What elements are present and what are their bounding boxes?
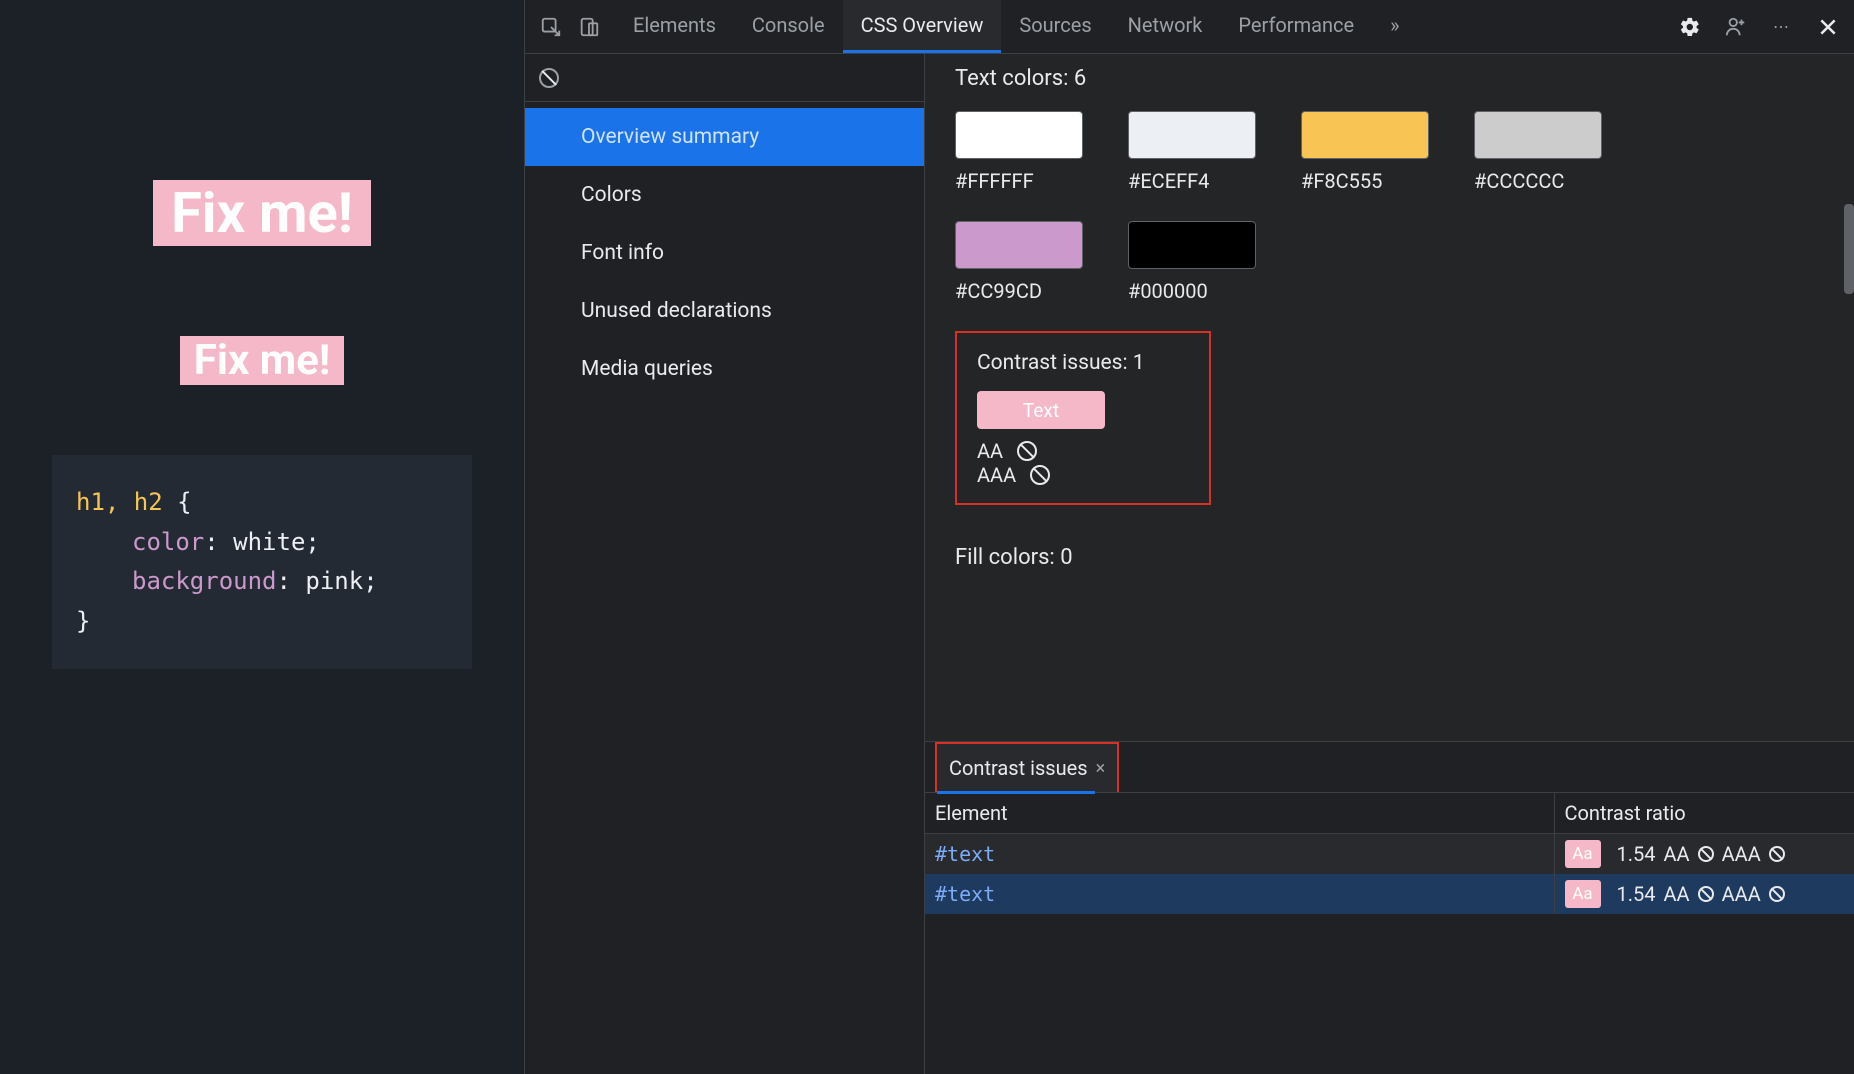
device-toggle-icon[interactable]	[571, 9, 607, 45]
rendered-page-pane: Fix me! Fix me! h1, h2 { color: white; b…	[0, 0, 524, 1074]
code-prop-background: background	[132, 567, 277, 595]
text-colors-heading: Text colors: 6	[955, 66, 1824, 91]
col-element[interactable]: Element	[925, 793, 1554, 834]
tab-sources[interactable]: Sources	[1001, 0, 1109, 53]
table-row[interactable]: #text Aa 1.54 AA AAA	[925, 874, 1854, 914]
demo-heading-1: Fix me!	[153, 180, 371, 246]
sidebar-item-overview[interactable]: Overview summary	[525, 108, 924, 166]
contrast-text-swatch[interactable]: Text	[977, 391, 1105, 429]
fail-icon	[1769, 846, 1785, 862]
fail-icon	[1030, 465, 1050, 485]
close-tab-icon[interactable]: ×	[1096, 758, 1106, 779]
contrast-issues-box: Contrast issues: 1 Text AA AAA	[955, 331, 1211, 505]
fail-icon	[1698, 846, 1714, 862]
clear-icon[interactable]	[539, 68, 559, 88]
tab-network[interactable]: Network	[1110, 0, 1221, 53]
kebab-icon[interactable]: ⋯	[1764, 9, 1800, 45]
account-icon[interactable]	[1718, 9, 1754, 45]
tab-performance[interactable]: Performance	[1220, 0, 1372, 53]
color-swatch[interactable]: #ECEFF4	[1128, 111, 1256, 193]
devtools-toolbar: Elements Console CSS Overview Sources Ne…	[525, 0, 1854, 54]
fail-icon	[1769, 886, 1785, 902]
inspect-element-icon[interactable]	[533, 9, 569, 45]
element-link[interactable]: #text	[935, 842, 995, 866]
contrast-issues-title: Contrast issues: 1	[977, 351, 1189, 375]
devtools-tabs: Elements Console CSS Overview Sources Ne…	[615, 0, 1418, 53]
sidebar-item-colors[interactable]: Colors	[525, 166, 924, 224]
tab-css-overview[interactable]: CSS Overview	[843, 0, 1002, 53]
fill-colors-heading: Fill colors: 0	[955, 545, 1824, 570]
code-selector: h1, h2	[76, 488, 163, 516]
tab-more[interactable]: »	[1372, 0, 1417, 53]
contrast-issues-table: Element Contrast ratio #text Aa 1.54 A	[925, 792, 1854, 914]
tab-console[interactable]: Console	[734, 0, 843, 53]
code-block: h1, h2 { color: white; background: pink;…	[52, 455, 472, 669]
fail-icon	[1017, 441, 1037, 461]
sample-swatch: Aa	[1565, 880, 1601, 908]
scrollbar-thumb[interactable]	[1844, 204, 1854, 294]
close-icon[interactable]	[1810, 9, 1846, 45]
code-prop-color: color	[132, 528, 204, 556]
sidebar-item-unused[interactable]: Unused declarations	[525, 282, 924, 340]
sample-swatch: Aa	[1565, 840, 1601, 868]
css-overview-main: Text colors: 6 #FFFFFF #ECEFF4 #F8C555 #…	[925, 54, 1854, 1074]
color-swatch[interactable]: #F8C555	[1301, 111, 1429, 193]
contrast-issues-panel: Contrast issues × Element Contrast ratio…	[925, 741, 1854, 1074]
css-overview-sidebar: Overview summary Colors Font info Unused…	[525, 54, 925, 1074]
color-swatch[interactable]: #000000	[1128, 221, 1256, 303]
devtools-panel: Elements Console CSS Overview Sources Ne…	[524, 0, 1854, 1074]
bottom-tab-contrast-issues[interactable]: Contrast issues ×	[935, 742, 1119, 792]
color-swatch[interactable]: #FFFFFF	[955, 111, 1083, 193]
color-swatch[interactable]: #CCCCCC	[1474, 111, 1602, 193]
element-link[interactable]: #text	[935, 882, 995, 906]
sidebar-item-font-info[interactable]: Font info	[525, 224, 924, 282]
sidebar-item-media[interactable]: Media queries	[525, 340, 924, 398]
color-swatch[interactable]: #CC99CD	[955, 221, 1083, 303]
demo-heading-2: Fix me!	[180, 336, 344, 385]
col-ratio[interactable]: Contrast ratio	[1554, 793, 1854, 834]
gear-icon[interactable]	[1672, 9, 1708, 45]
tab-elements[interactable]: Elements	[615, 0, 734, 53]
table-row[interactable]: #text Aa 1.54 AA AAA	[925, 834, 1854, 875]
fail-icon	[1698, 886, 1714, 902]
